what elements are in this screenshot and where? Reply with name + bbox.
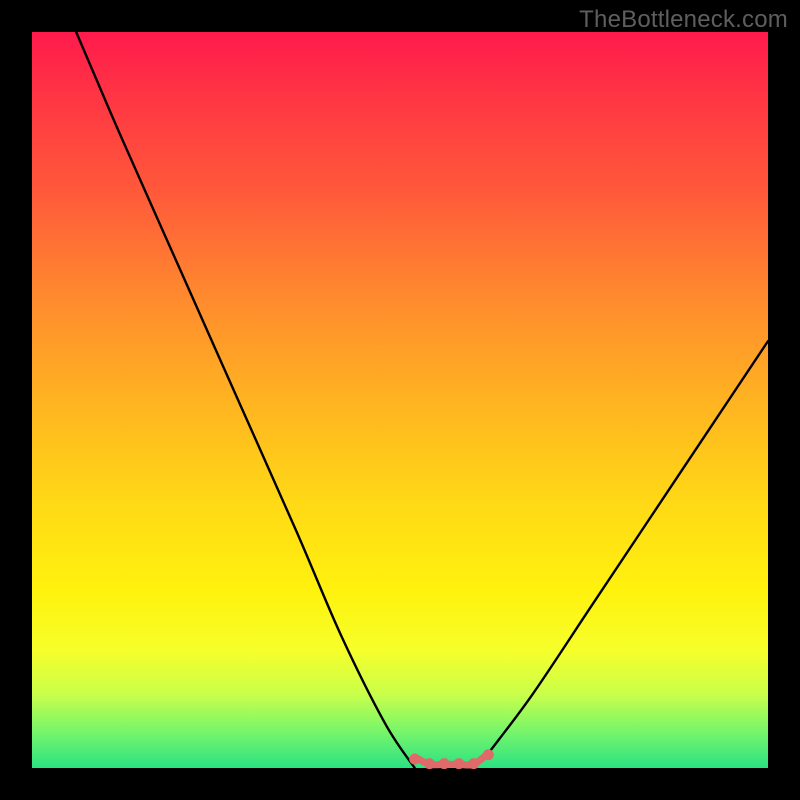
plot-area [32, 32, 768, 768]
series-left-descending-curve [76, 32, 415, 768]
series-right-ascending-curve [488, 341, 768, 753]
curve-svg [32, 32, 768, 768]
floor-marker-dot [439, 758, 450, 769]
floor-marker-dot [483, 749, 494, 760]
floor-marker-dot [409, 754, 420, 765]
watermark-text: TheBottleneck.com [579, 6, 788, 34]
floor-marker-dot [424, 758, 435, 769]
floor-marker-dot [453, 758, 464, 769]
chart-frame: TheBottleneck.com [0, 0, 800, 800]
floor-marker-dot [468, 758, 479, 769]
